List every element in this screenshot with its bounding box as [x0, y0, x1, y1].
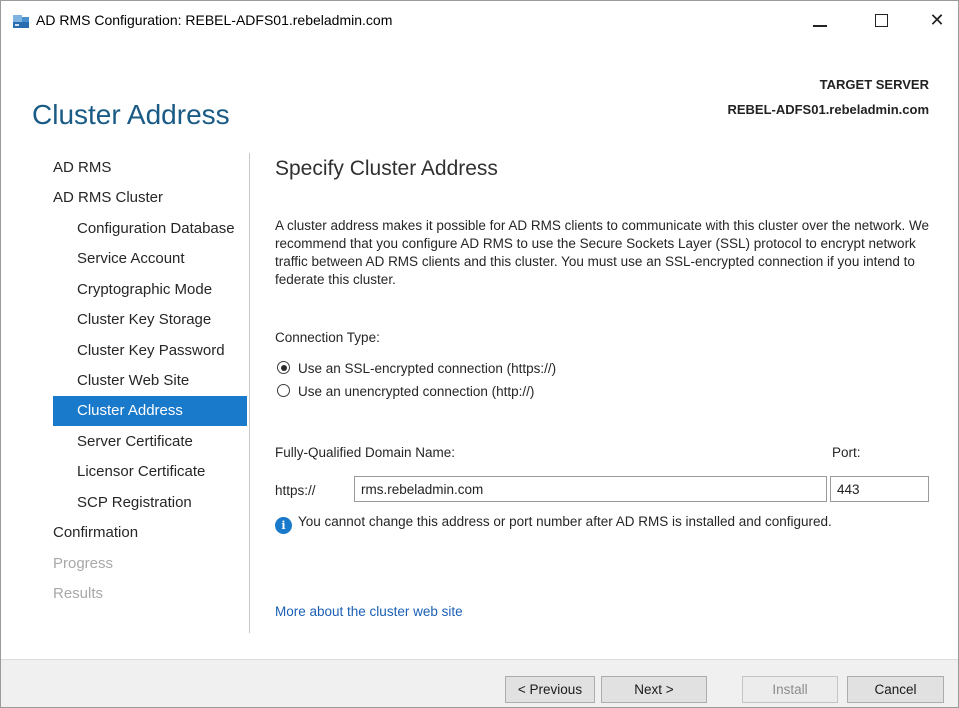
maximize-button[interactable]	[859, 1, 905, 41]
next-button[interactable]: Next >	[601, 676, 707, 703]
connection-type-label: Connection Type:	[275, 330, 380, 345]
close-button[interactable]: ✕	[914, 1, 958, 41]
app-icon	[12, 13, 30, 29]
ssl-radio[interactable]	[277, 361, 290, 374]
sidebar-item-scp-registration[interactable]: SCP Registration	[53, 488, 247, 518]
sidebar-item-cluster-address[interactable]: Cluster Address	[53, 396, 247, 426]
info-text: You cannot change this address or port n…	[298, 514, 832, 529]
sidebar-item-cryptographic-mode[interactable]: Cryptographic Mode	[53, 275, 247, 305]
wizard-window: AD RMS Configuration: REBEL-ADFS01.rebel…	[0, 0, 959, 708]
sidebar-divider	[249, 153, 250, 633]
fqdn-label: Fully-Qualified Domain Name:	[275, 445, 456, 460]
previous-button[interactable]: < Previous	[505, 676, 595, 703]
more-about-cluster-web-site-link[interactable]: More about the cluster web site	[275, 604, 463, 619]
ssl-option-label: Use an SSL-encrypted connection (https:/…	[298, 361, 557, 376]
sidebar-item-server-certificate[interactable]: Server Certificate	[53, 427, 247, 457]
info-icon: i	[275, 517, 292, 534]
sidebar-item-service-account[interactable]: Service Account	[53, 244, 247, 274]
sidebar-item-ad-rms[interactable]: AD RMS	[53, 153, 247, 183]
description-text: A cluster address makes it possible for …	[275, 218, 930, 287]
fqdn-input[interactable]	[354, 476, 827, 502]
unencrypted-radio[interactable]	[277, 384, 290, 397]
maximize-icon	[875, 14, 888, 27]
info-message: i You cannot change this address or port …	[275, 514, 832, 534]
port-label: Port:	[832, 445, 861, 460]
target-server-value: REBEL-ADFS01.rebeladmin.com	[727, 102, 929, 117]
target-server-label: TARGET SERVER	[819, 77, 929, 92]
minimize-icon	[813, 25, 827, 27]
cancel-button[interactable]: Cancel	[847, 676, 944, 703]
sidebar-item-cluster-key-storage[interactable]: Cluster Key Storage	[53, 305, 247, 335]
sidebar-item-cluster-web-site[interactable]: Cluster Web Site	[53, 366, 247, 396]
sidebar-item-cluster-key-password[interactable]: Cluster Key Password	[53, 336, 247, 366]
unencrypted-option-label: Use an unencrypted connection (http://)	[298, 384, 535, 399]
title-bar[interactable]: AD RMS Configuration: REBEL-ADFS01.rebel…	[1, 1, 958, 41]
install-button: Install	[742, 676, 838, 703]
close-icon: ✕	[929, 10, 945, 30]
window-title: AD RMS Configuration: REBEL-ADFS01.rebel…	[36, 12, 393, 28]
sidebar-item-ad-rms-cluster[interactable]: AD RMS Cluster	[53, 183, 247, 213]
page-title: Cluster Address	[32, 98, 230, 130]
sidebar-item-licensor-certificate[interactable]: Licensor Certificate	[53, 457, 247, 487]
port-input[interactable]	[830, 476, 929, 502]
sidebar-item-results: Results	[53, 585, 104, 602]
section-title: Specify Cluster Address	[275, 157, 498, 180]
unencrypted-connection-option[interactable]: Use an unencrypted connection (http://)	[277, 383, 534, 401]
minimize-button[interactable]	[796, 1, 842, 41]
wizard-footer: < Previous Next > Install Cancel	[1, 659, 958, 707]
ssl-connection-option[interactable]: Use an SSL-encrypted connection (https:/…	[277, 360, 556, 378]
sidebar-item-configuration-database[interactable]: Configuration Database	[53, 214, 247, 244]
sidebar-item-confirmation[interactable]: Confirmation	[53, 518, 247, 548]
sidebar-item-progress: Progress	[53, 555, 114, 572]
url-prefix: https://	[275, 483, 316, 498]
